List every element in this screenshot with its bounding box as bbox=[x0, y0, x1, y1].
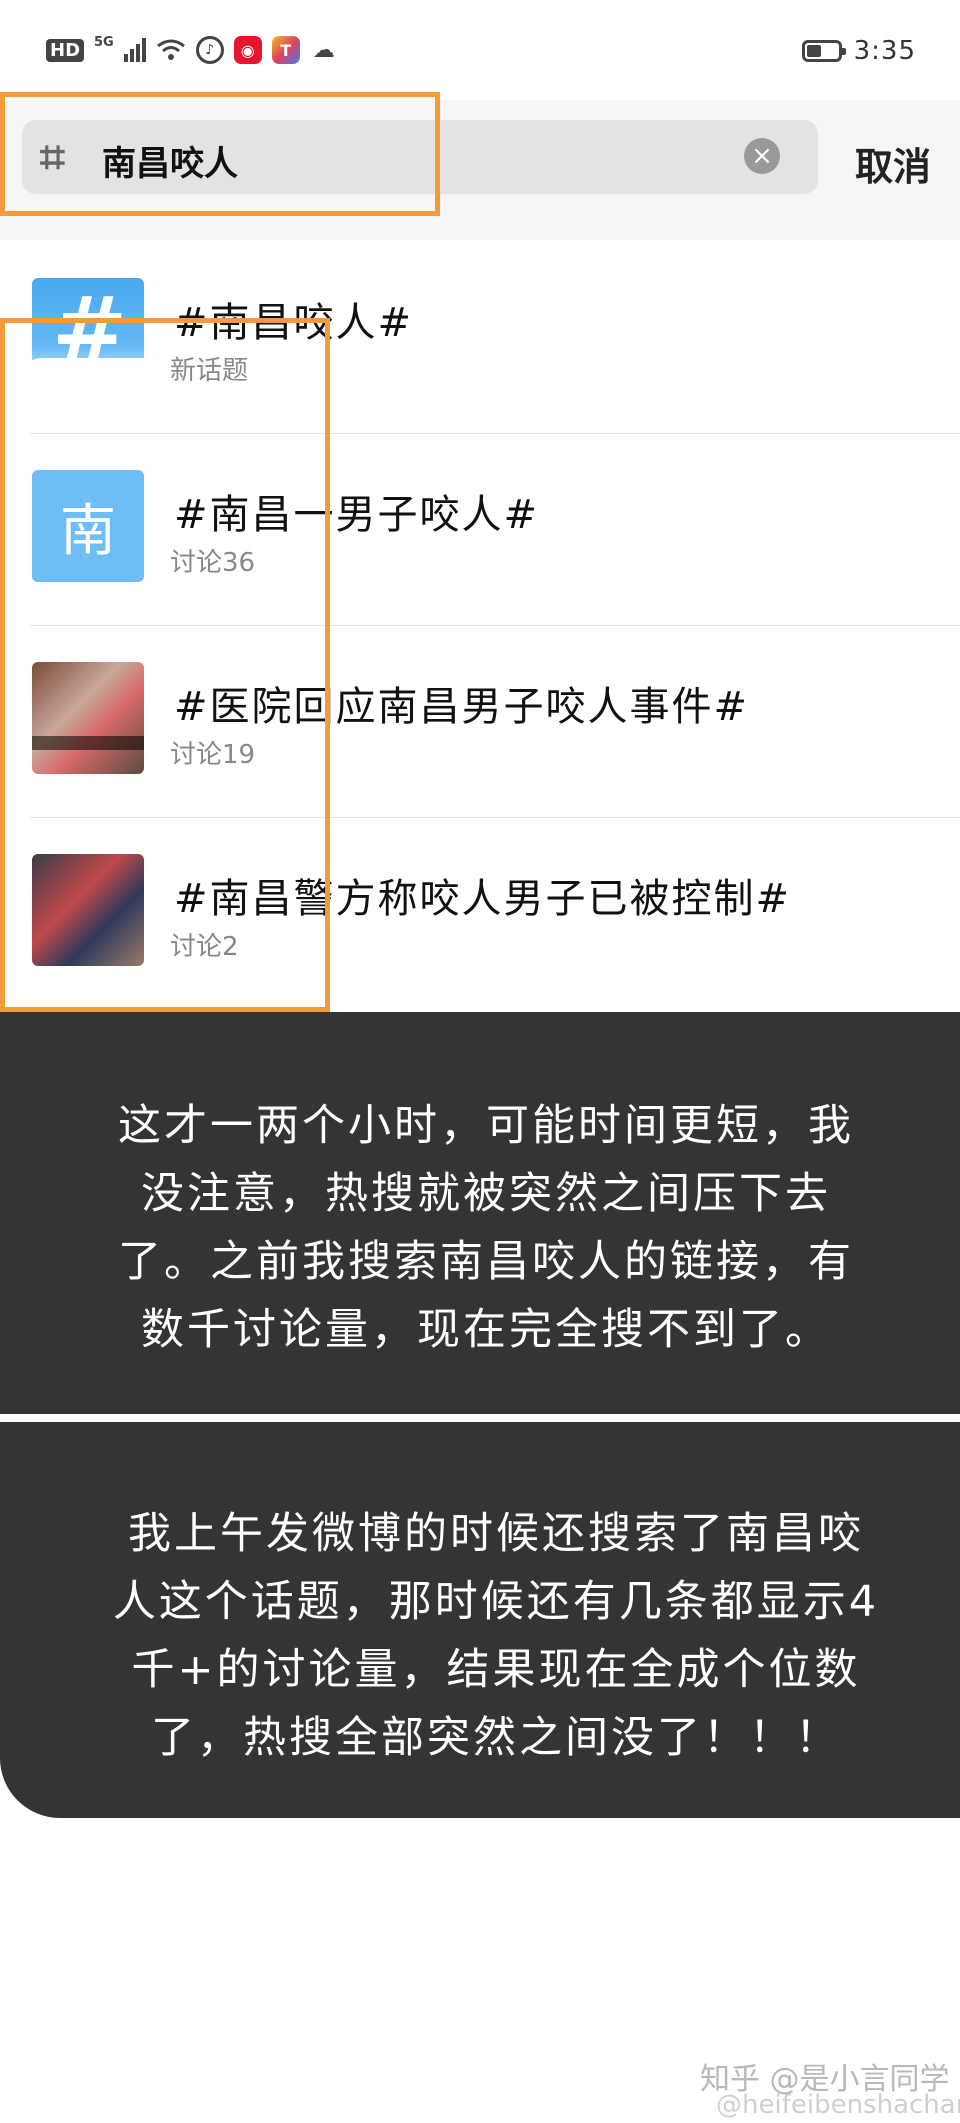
battery-icon bbox=[801, 40, 846, 62]
topic-subtitle: 讨论2 bbox=[170, 932, 239, 962]
wechat-icon: ☁ bbox=[309, 36, 338, 64]
clear-icon[interactable]: × bbox=[744, 138, 780, 174]
topic-subtitle: 讨论19 bbox=[170, 740, 256, 770]
search-input[interactable]: ⌗ 南昌咬人 × bbox=[22, 120, 818, 194]
status-bar: HD 5G ♪ ◉ T ☁ 3:35 bbox=[0, 0, 960, 100]
note-line: 了，热搜全部突然之间没了！！！ bbox=[151, 1713, 841, 1763]
panel-separator bbox=[0, 1414, 960, 1422]
cancel-button[interactable]: 取消 bbox=[855, 136, 931, 191]
list-item[interactable]: 南 #南昌一男子咬人# 讨论36 bbox=[0, 434, 960, 626]
topic-subtitle: 讨论36 bbox=[170, 548, 256, 578]
note-text-2: 我上午发微博的时候还搜索了南昌咬 人这个话题，那时候还有几条都显示4 千+的讨论… bbox=[56, 1500, 936, 1772]
topic-title: #南昌咬人# bbox=[174, 300, 414, 346]
search-header: ⌗ 南昌咬人 × 取消 bbox=[0, 100, 960, 240]
note-line: 我上午发微博的时候还搜索了南昌咬 bbox=[128, 1509, 864, 1559]
topic-result-list: # #南昌咬人# 新话题 南 #南昌一男子咬人# 讨论36 #医院回应南昌男子咬… bbox=[0, 242, 960, 1010]
nan-char-avatar: 南 bbox=[32, 470, 144, 582]
hd-badge: HD bbox=[46, 38, 85, 62]
note-line: 人这个话题，那时候还有几条都显示4 bbox=[112, 1577, 880, 1627]
search-query[interactable]: 南昌咬人 bbox=[102, 136, 238, 185]
topic-subtitle: 新话题 bbox=[170, 356, 249, 386]
list-item[interactable]: # #南昌咬人# 新话题 bbox=[0, 242, 960, 434]
topic-title: #医院回应南昌男子咬人事件# bbox=[174, 684, 750, 730]
topic-title: #南昌一男子咬人# bbox=[174, 492, 540, 538]
wifi-icon bbox=[156, 39, 185, 60]
note-line: 千+的讨论量，结果现在全成个位数 bbox=[131, 1645, 861, 1695]
netease-music-icon: ♪ bbox=[195, 36, 224, 64]
note-line: 数千讨论量，现在完全搜不到了。 bbox=[141, 1305, 831, 1355]
list-item[interactable]: #医院回应南昌男子咬人事件# 讨论19 bbox=[0, 626, 960, 818]
status-left: HD 5G ♪ ◉ T ☁ bbox=[46, 34, 338, 64]
list-item[interactable]: #南昌警方称咬人男子已被控制# 讨论2 bbox=[0, 818, 960, 1010]
hashtag-icon: ⌗ bbox=[40, 132, 65, 183]
note-line: 这才一两个小时，可能时间更短，我 bbox=[118, 1101, 854, 1151]
signal-icon bbox=[123, 38, 146, 62]
weibo-icon: ◉ bbox=[233, 36, 262, 64]
police-photo-thumbnail bbox=[32, 854, 144, 966]
news-photo-thumbnail bbox=[32, 662, 144, 774]
clock: 3:35 bbox=[853, 36, 916, 66]
network-type: 5G bbox=[94, 34, 114, 50]
note-line: 了。之前我搜索南昌咬人的链接，有 bbox=[118, 1237, 854, 1287]
note-line: 没注意，热搜就被突然之间压下去 bbox=[141, 1169, 831, 1219]
toutiao-icon: T bbox=[271, 36, 300, 64]
topic-title: #南昌警方称咬人男子已被控制# bbox=[174, 876, 792, 922]
status-right: 3:35 bbox=[801, 36, 916, 66]
note-text-1: 这才一两个小时，可能时间更短，我 没注意，热搜就被突然之间压下去 了。之前我搜索… bbox=[46, 1092, 926, 1364]
new-topic-hash-icon: # bbox=[32, 278, 144, 390]
weibo-watermark: @heifeibenshachar bbox=[716, 2090, 960, 2120]
